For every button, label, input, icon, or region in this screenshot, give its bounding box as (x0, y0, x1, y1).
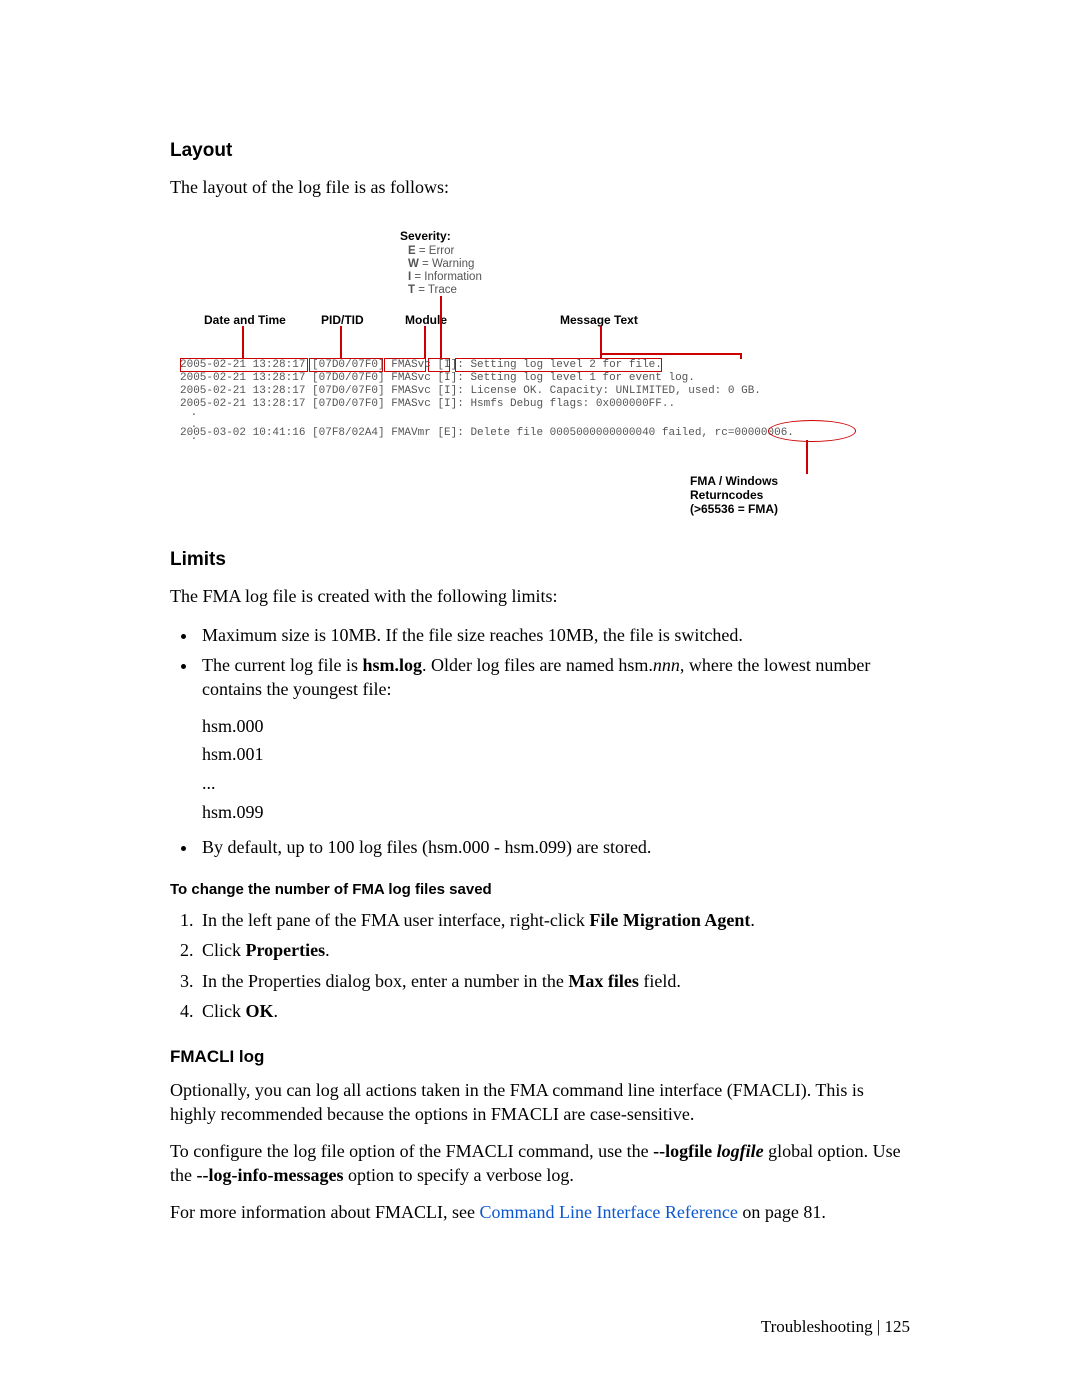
fmacli-p3: For more information about FMACLI, see C… (170, 1201, 910, 1224)
b2-pre: The current log file is (202, 655, 362, 675)
severity-e-t: = Error (416, 245, 455, 257)
s2-bold: Properties (246, 940, 326, 960)
change-steps: In the left pane of the FMA user interfa… (170, 908, 910, 1023)
s1-post: . (750, 910, 755, 930)
severity-i-t: = Information (411, 271, 482, 283)
limits-intro: The FMA log file is created with the fol… (170, 585, 910, 608)
filelist-dots: ... (202, 769, 910, 798)
b2-mid: . Older log files are named hsm. (422, 655, 653, 675)
pointer-pidtid (340, 326, 342, 359)
s3-bold: Max files (568, 971, 638, 991)
s4-pre: Click (202, 1001, 246, 1021)
fmacli-p1: Optionally, you can log all actions take… (170, 1079, 910, 1126)
p2-b1: --logfile (653, 1141, 712, 1161)
step-3: In the Properties dialog box, enter a nu… (198, 969, 910, 993)
filelist-0: hsm.000 (202, 712, 910, 741)
label-datetime: Date and Time (204, 313, 286, 327)
s2-post: . (325, 940, 330, 960)
b2-italic: nnn (653, 655, 680, 675)
pointer-datetime (242, 326, 244, 359)
heading-change-logfiles: To change the number of FMA log files sa… (170, 881, 910, 898)
s3-post: field. (639, 971, 681, 991)
limit-item-3: By default, up to 100 log files (hsm.000… (198, 835, 910, 859)
severity-w-b: W (408, 258, 419, 270)
heading-layout: Layout (170, 140, 910, 162)
s1-bold: File Migration Agent (589, 910, 750, 930)
label-return-2: Returncodes (690, 488, 763, 502)
page: Layout The layout of the log file is as … (0, 0, 1080, 1397)
p3-pre: For more information about FMACLI, see (170, 1202, 479, 1222)
label-message: Message Text (560, 313, 638, 327)
b2-bold: hsm.log (362, 655, 422, 675)
p2-i1: logfile (712, 1141, 764, 1161)
link-cli-reference[interactable]: Command Line Interface Reference (479, 1202, 737, 1222)
footer-sep: | (873, 1317, 885, 1336)
fmacli-p2: To configure the log file option of the … (170, 1140, 910, 1187)
ellipse-returncode (768, 420, 856, 442)
label-return-1: FMA / Windows (690, 474, 778, 488)
severity-w-t: = Warning (419, 258, 475, 270)
severity-t-t: = Trace (415, 284, 457, 296)
log-layout-diagram: Severity: E = Error W = Warning I = Info… (180, 229, 910, 519)
limit-item-1: Maximum size is 10MB. If the file size r… (198, 623, 910, 647)
pointer-severity (440, 296, 442, 359)
filelist-1: hsm.001 (202, 740, 910, 769)
footer-section: Troubleshooting (761, 1317, 873, 1336)
p3-post: on page 81. (738, 1202, 826, 1222)
layout-intro: The layout of the log file is as follows… (170, 176, 910, 199)
p2-pre: To configure the log file option of the … (170, 1141, 653, 1161)
severity-t: T = Trace (408, 283, 457, 297)
footer-page: 125 (885, 1317, 911, 1336)
pointer-module (424, 326, 426, 359)
s3-pre: In the Properties dialog box, enter a nu… (202, 971, 568, 991)
limit-item-2: The current log file is hsm.log. Older l… (198, 653, 910, 827)
pointer-message-h (600, 353, 742, 355)
p2-post: option to specify a verbose log. (343, 1165, 573, 1185)
heading-limits: Limits (170, 549, 910, 571)
severity-t-b: T (408, 284, 415, 296)
label-severity: Severity: (400, 229, 451, 243)
s1-pre: In the left pane of the FMA user interfa… (202, 910, 589, 930)
log-lines: 2005-02-21 13:28:17 [07D0/07F0] FMASvc [… (180, 359, 761, 411)
p2-b2: --log-info-messages (197, 1165, 344, 1185)
step-4: Click OK. (198, 999, 910, 1023)
limits-bullets: Maximum size is 10MB. If the file size r… (170, 623, 910, 859)
s4-post: . (274, 1001, 279, 1021)
s4-bold: OK (246, 1001, 274, 1021)
pointer-returncode (806, 440, 808, 474)
s2-pre: Click (202, 940, 246, 960)
log-error-line: 2005-03-02 10:41:16 [07F8/02A4] FMAVmr [… (180, 427, 794, 440)
filelist-99: hsm.099 (202, 798, 910, 827)
label-pidtid: PID/TID (321, 313, 364, 327)
severity-e-b: E (408, 245, 416, 257)
step-1: In the left pane of the FMA user interfa… (198, 908, 910, 932)
heading-fmacli: FMACLI log (170, 1047, 910, 1067)
label-return-3: (>65536 = FMA) (690, 502, 778, 516)
step-2: Click Properties. (198, 938, 910, 962)
page-footer: Troubleshooting | 125 (761, 1317, 910, 1337)
